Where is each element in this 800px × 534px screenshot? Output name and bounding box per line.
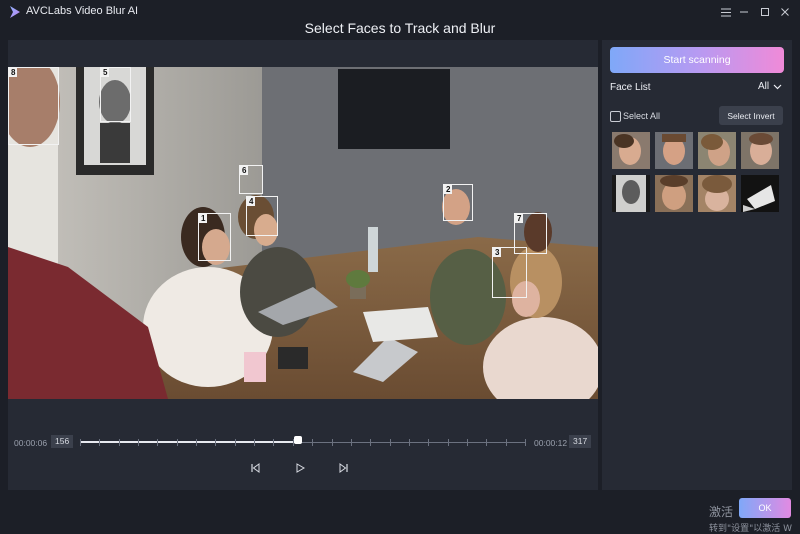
select-invert-button[interactable]: Select Invert: [719, 106, 783, 125]
face-label: 4: [247, 197, 256, 206]
timeline-tick: [138, 439, 140, 446]
face-box-2[interactable]: 2: [443, 184, 473, 221]
start-time: 00:00:06: [14, 438, 48, 448]
timeline-tick: [525, 439, 526, 446]
timeline-tick: [466, 439, 468, 446]
timeline-tick: [312, 439, 314, 446]
face-thumbnail[interactable]: [612, 175, 650, 212]
face-label: 2: [444, 185, 453, 194]
face-box-4[interactable]: 4: [246, 196, 278, 236]
skip-forward-icon[interactable]: [336, 460, 352, 476]
face-label: 5: [101, 68, 110, 77]
chevron-down-icon: [773, 84, 782, 89]
face-thumbnail[interactable]: [612, 132, 650, 169]
play-icon[interactable]: [292, 460, 308, 476]
face-box-3[interactable]: 3: [492, 247, 527, 298]
face-box-5[interactable]: 5: [100, 67, 131, 122]
face-label: 3: [493, 248, 502, 257]
face-label: 8: [9, 68, 18, 77]
timeline-tick: [486, 439, 488, 446]
face-thumbnail[interactable]: [741, 175, 779, 212]
timeline-tick: [234, 439, 236, 446]
timeline-tick: [408, 439, 410, 446]
video-scene: [8, 67, 598, 399]
app-logo-icon: [10, 6, 20, 18]
timeline-tick: [80, 439, 81, 446]
select-all-checkbox[interactable]: [610, 111, 621, 122]
face-thumbnail[interactable]: [698, 175, 736, 212]
activation-watermark-text: 转到"设置"以激活 W: [709, 524, 793, 534]
maximize-icon[interactable]: [756, 3, 774, 21]
face-thumbnail-grid: [612, 132, 784, 212]
timeline-tick: [389, 439, 391, 446]
timeline-tick: [99, 439, 101, 446]
face-box-1[interactable]: 1: [198, 213, 231, 261]
timeline-tick: [505, 439, 507, 446]
timeline-tick: [331, 439, 333, 446]
timeline-tick: [176, 439, 178, 446]
timeline-tick: [118, 439, 120, 446]
timeline-tick: [273, 439, 275, 446]
timeline-progress: [80, 441, 299, 443]
timeline-tick: [370, 439, 372, 446]
timeline-scrubber[interactable]: [294, 436, 303, 444]
activation-watermark-title: 激活: [709, 505, 734, 519]
timeline: 00:00:06 156 00:00:12 317: [8, 432, 598, 452]
face-label: 7: [515, 214, 524, 223]
ok-button[interactable]: OK: [739, 498, 791, 518]
skip-back-icon[interactable]: [247, 460, 263, 476]
face-box-8[interactable]: 8: [8, 67, 59, 145]
timeline-tick: [157, 439, 159, 446]
timeline-tick: [447, 439, 449, 446]
start-scanning-button[interactable]: Start scanning: [610, 47, 784, 73]
face-label: 6: [240, 166, 249, 175]
video-frame[interactable]: 1 2 3 4 5 6 7 8: [8, 67, 598, 399]
timeline-tick: [350, 439, 352, 446]
face-thumbnail[interactable]: [655, 175, 693, 212]
face-filter-value: All: [758, 81, 770, 92]
minimize-icon[interactable]: [735, 3, 753, 21]
timeline-tick: [428, 439, 430, 446]
video-panel: 1 2 3 4 5 6 7 8 00:00:06 156 00:00:12 31…: [8, 40, 598, 490]
face-filter-dropdown[interactable]: All: [758, 81, 782, 92]
timeline-tick: [254, 439, 256, 446]
timeline-tick: [215, 439, 217, 446]
timeline-tick: [196, 439, 198, 446]
face-label: 1: [199, 214, 208, 223]
end-frame: 317: [569, 435, 592, 448]
app-title: AVCLabs Video Blur AI: [26, 5, 139, 17]
face-list-label: Face List: [610, 82, 651, 93]
face-thumbnail[interactable]: [741, 132, 779, 169]
face-list-panel: Start scanning Face List All Select All …: [602, 40, 792, 490]
select-all-label: Select All: [623, 111, 661, 121]
end-time: 00:00:12: [534, 438, 568, 448]
close-icon[interactable]: [776, 3, 794, 21]
face-thumbnail[interactable]: [655, 132, 693, 169]
face-box-7[interactable]: 7: [514, 213, 547, 254]
page-title: Select Faces to Track and Blur: [304, 20, 496, 36]
face-box-6[interactable]: 6: [239, 165, 263, 194]
menu-icon[interactable]: [717, 3, 735, 21]
start-frame: 156: [51, 435, 74, 448]
face-thumbnail[interactable]: [698, 132, 736, 169]
